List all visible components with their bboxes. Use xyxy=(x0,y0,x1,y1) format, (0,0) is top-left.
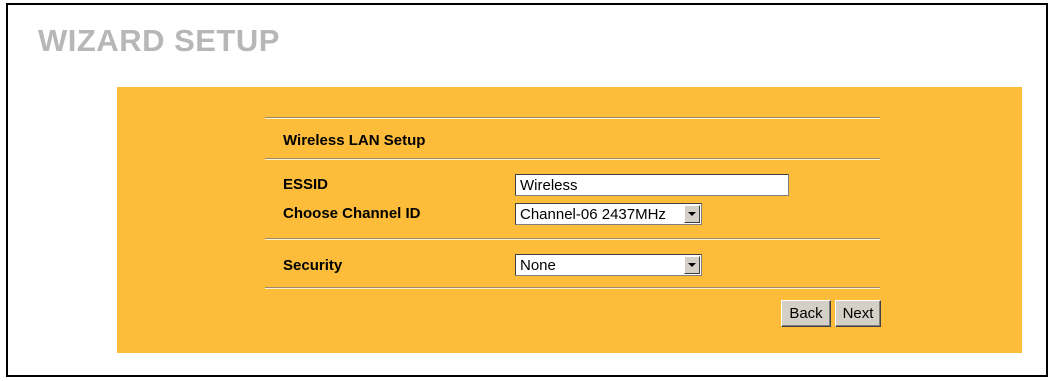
essid-label: ESSID xyxy=(283,176,329,193)
security-select-value: None xyxy=(520,257,556,274)
essid-field[interactable] xyxy=(515,174,789,196)
next-button[interactable]: Next xyxy=(835,300,881,327)
page-title: WIZARD SETUP xyxy=(38,23,280,58)
divider xyxy=(265,287,880,289)
channel-select[interactable]: Channel-06 2437MHz xyxy=(515,203,702,225)
chevron-down-icon[interactable] xyxy=(684,205,700,223)
security-select[interactable]: None xyxy=(515,254,702,276)
section-title: Wireless LAN Setup xyxy=(283,132,426,149)
channel-select-value: Channel-06 2437MHz xyxy=(520,206,666,223)
divider xyxy=(265,158,880,160)
back-button[interactable]: Back xyxy=(781,300,831,327)
divider xyxy=(265,117,880,119)
chevron-down-icon[interactable] xyxy=(684,256,700,274)
wizard-panel: Wireless LAN Setup ESSID Choose Channel … xyxy=(117,87,1022,353)
security-label: Security xyxy=(283,257,343,274)
channel-label: Choose Channel ID xyxy=(283,205,421,222)
divider xyxy=(265,238,880,240)
wizard-frame: WIZARD SETUP Wireless LAN Setup ESSID Ch… xyxy=(6,3,1048,377)
